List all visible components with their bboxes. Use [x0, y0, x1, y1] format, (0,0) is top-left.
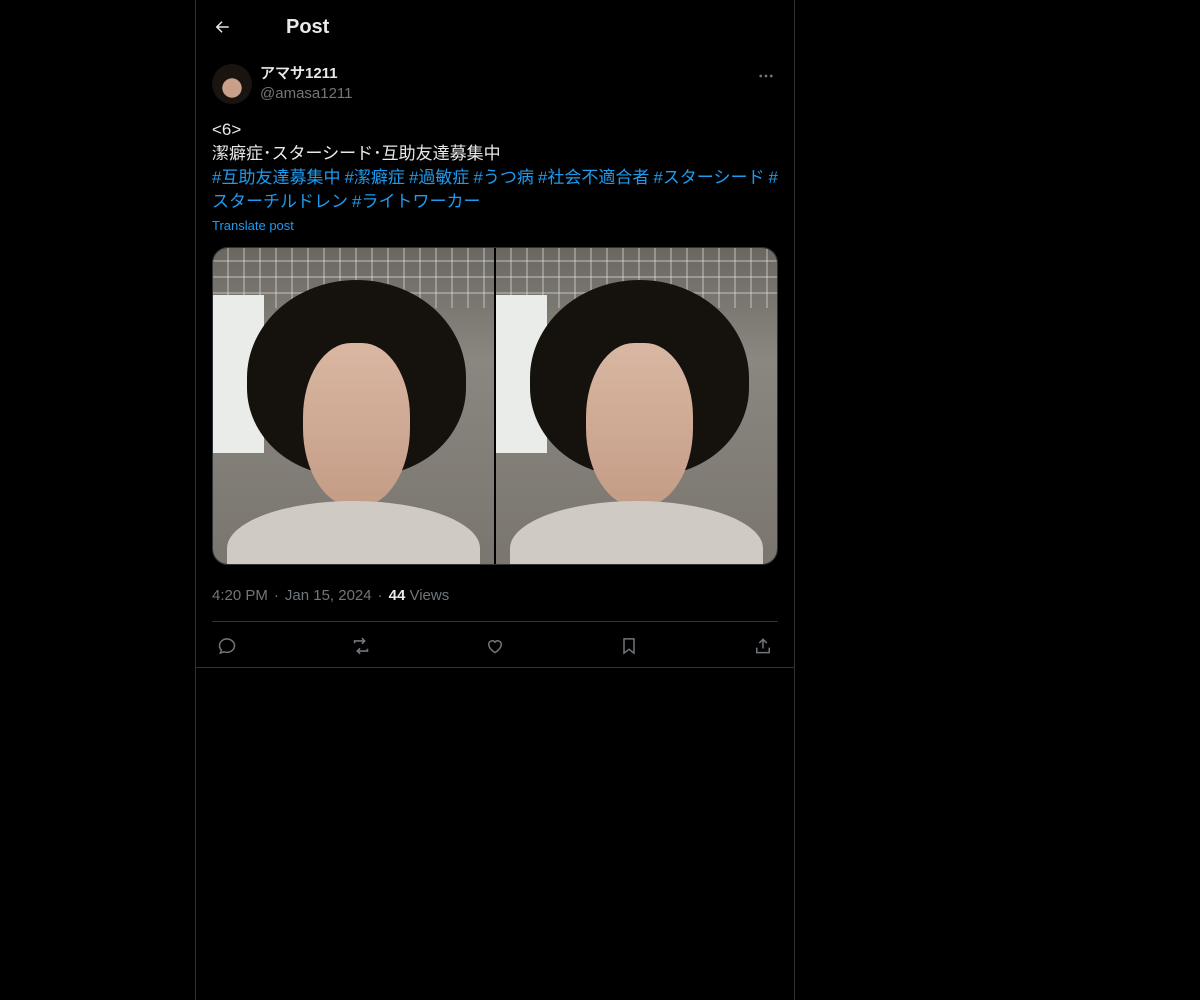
share-icon [756, 638, 770, 654]
hashtag[interactable]: #潔癖症 [344, 168, 404, 187]
post-date[interactable]: Jan 15, 2024 [285, 587, 372, 604]
photo-subject-face [585, 342, 693, 508]
post-text: <6> 潔癖症･スターシード･互助友達募集中 #互助友達募集中 #潔癖症 #過敏症 #… [212, 118, 778, 214]
hashtag-list: #互助友達募集中 #潔癖症 #過敏症 #うつ病 #社会不適合者 #スターシード #スターチル… [212, 166, 778, 214]
meta-separator: · [377, 586, 383, 604]
post-meta: 4:20 PM · Jan 15, 2024 · 44 Views [212, 585, 778, 605]
arrow-left-icon [215, 21, 229, 33]
display-name[interactable]: アマサ1211 [260, 64, 353, 84]
hashtag[interactable]: #過敏症 [409, 168, 469, 187]
author-row: アマサ1211 @amasa1211 [212, 64, 778, 104]
bookmark-icon [623, 638, 635, 655]
repost-icon [353, 637, 369, 655]
more-horizontal-icon [759, 74, 773, 78]
action-bar [212, 622, 778, 670]
post-time[interactable]: 4:20 PM [212, 587, 268, 604]
reply-icon [218, 638, 236, 655]
bookmark-button[interactable] [618, 635, 640, 657]
post-line-1: <6> [212, 120, 242, 139]
hashtag[interactable]: #スターシード [653, 168, 764, 187]
photo-1[interactable] [213, 248, 494, 564]
reply-button[interactable] [216, 635, 238, 657]
share-button[interactable] [752, 635, 774, 657]
translate-post-link[interactable]: Translate post [212, 218, 294, 233]
hashtag[interactable]: #ライトワーカー [352, 192, 480, 211]
page-header: Post [196, 0, 794, 54]
primary-column: Post アマサ1211 @amasa1211 <6> 潔癖症･スターシード･互… [195, 0, 795, 1000]
like-button[interactable] [484, 635, 506, 657]
back-button[interactable] [212, 17, 232, 37]
avatar[interactable] [212, 64, 252, 104]
photo-subject-shirt [510, 500, 763, 564]
author-names: アマサ1211 @amasa1211 [260, 64, 353, 104]
views-label: Views [409, 586, 450, 604]
views-count: 44 [388, 586, 406, 604]
views[interactable]: 44 Views [389, 587, 450, 604]
page-title: Post [286, 15, 330, 38]
more-button[interactable] [754, 64, 778, 88]
meta-separator: · [273, 586, 279, 604]
media-grid [212, 247, 778, 565]
hashtag[interactable]: #社会不適合者 [538, 168, 649, 187]
handle[interactable]: @amasa1211 [260, 84, 353, 104]
post-line-2: 潔癖症･スターシード･互助友達募集中 [212, 144, 501, 163]
like-icon [487, 640, 503, 654]
divider [196, 667, 794, 668]
hashtag[interactable]: #うつ病 [473, 168, 533, 187]
photo-subject-face [302, 342, 410, 508]
post: アマサ1211 @amasa1211 <6> 潔癖症･スターシード･互助友達募集… [196, 64, 794, 670]
photo-subject-shirt [227, 500, 480, 564]
hashtag[interactable]: #互助友達募集中 [212, 168, 340, 187]
repost-button[interactable] [350, 635, 372, 657]
photo-2[interactable] [496, 248, 777, 564]
